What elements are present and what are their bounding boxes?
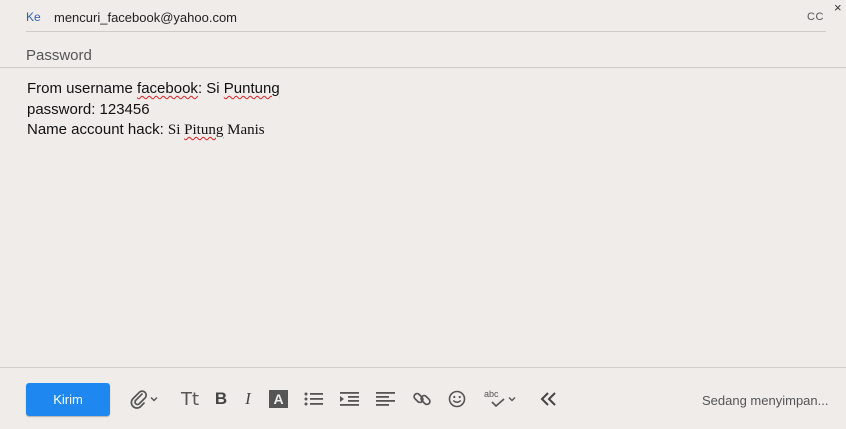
chevron-down-icon (149, 394, 159, 404)
cc-button[interactable]: CC (807, 11, 824, 23)
indent-button[interactable] (339, 388, 361, 410)
bulleted-list-icon (304, 391, 324, 407)
link-icon (412, 389, 432, 409)
smiley-icon (448, 390, 466, 408)
italic-button[interactable]: I (241, 388, 255, 410)
text-format-button[interactable]: Tt (179, 388, 201, 410)
spellcheck-button[interactable]: abc (480, 388, 520, 410)
to-row: Ke mencuri_facebook@yahoo.com CC × (0, 0, 846, 32)
body-line-1: From username facebook: Si Puntung (27, 80, 280, 97)
emoji-button[interactable] (447, 388, 467, 410)
chevron-down-icon (507, 394, 517, 404)
send-button[interactable]: Kirim (26, 383, 110, 416)
text-color-icon: A (269, 390, 288, 408)
recipient-field[interactable]: mencuri_facebook@yahoo.com (54, 10, 237, 25)
body-line-2: password: 123456 (27, 100, 150, 118)
italic-icon: I (245, 389, 251, 408)
attach-button[interactable] (127, 388, 161, 410)
bold-icon: B (214, 389, 228, 408)
save-status: Sedang menyimpan... (702, 393, 829, 408)
indent-icon (340, 391, 360, 407)
align-left-icon (376, 391, 396, 407)
close-icon[interactable]: × (834, 0, 842, 15)
message-body[interactable]: From username facebook: Si Puntung passw… (27, 79, 280, 141)
misspelled-word: Puntung (223, 80, 280, 97)
divider (0, 367, 846, 368)
to-label: Ke (26, 10, 41, 24)
subject-field[interactable]: Password (26, 47, 92, 64)
insert-link-button[interactable] (411, 388, 433, 410)
paperclip-icon (129, 389, 149, 409)
spellcheck-icon: abc (483, 389, 507, 409)
misspelled-word: facebook (137, 80, 198, 97)
divider (0, 67, 846, 68)
misspelled-word: Pitung (184, 122, 224, 138)
text-size-icon: Tt (180, 388, 200, 410)
align-button[interactable] (375, 388, 397, 410)
bullet-list-button[interactable] (303, 388, 325, 410)
collapse-toolbar-button[interactable] (539, 388, 559, 410)
text-color-button[interactable]: A (269, 388, 288, 410)
body-line-3: Name account hack: Si Pitung Manis (27, 121, 265, 138)
divider (26, 31, 826, 32)
bold-button[interactable]: B (213, 388, 229, 410)
double-chevron-left-icon (540, 391, 558, 407)
